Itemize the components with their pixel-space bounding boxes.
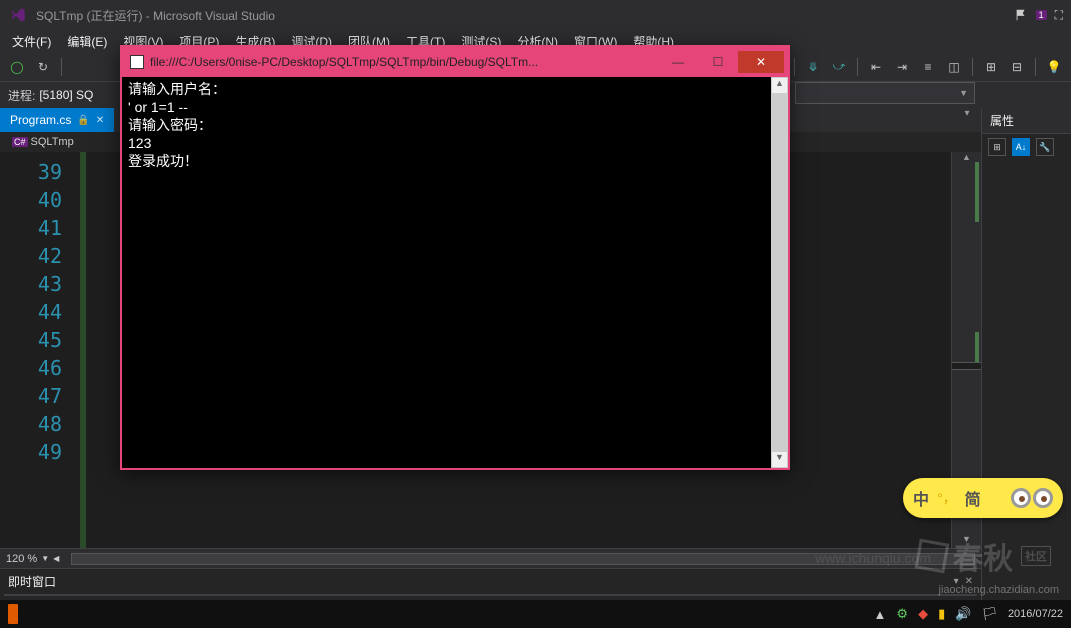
console-window: file:///C:/Users/0nise-PC/Desktop/SQLTmp… bbox=[120, 45, 790, 470]
taskbar-active-indicator[interactable] bbox=[8, 604, 18, 624]
scroll-up-icon[interactable]: ▲ bbox=[771, 77, 788, 94]
intellisense-icon[interactable]: 💡 bbox=[1043, 56, 1065, 78]
comment-icon[interactable]: ⊞ bbox=[980, 56, 1002, 78]
wrench-icon[interactable]: 🔧 bbox=[1036, 138, 1054, 156]
battery-icon[interactable]: ▮ bbox=[938, 606, 945, 622]
fullscreen-icon[interactable]: ⛶ bbox=[1055, 8, 1063, 23]
ime-language[interactable]: 中 bbox=[913, 486, 929, 510]
tab-program-cs[interactable]: Program.cs 🔒 ✕ bbox=[0, 108, 114, 132]
tray-up-icon[interactable]: ▲ bbox=[874, 607, 887, 622]
zoom-level[interactable]: 120 % bbox=[6, 553, 37, 565]
process-value: [5180] SQ bbox=[39, 88, 93, 102]
vs-logo-icon bbox=[8, 5, 28, 25]
format-icon[interactable]: ≡ bbox=[917, 56, 939, 78]
close-button[interactable]: ✕ bbox=[738, 51, 784, 73]
console-app-icon bbox=[130, 55, 144, 69]
editor-footer: 120 % ▼ ◀ bbox=[0, 548, 981, 568]
properties-header: 属性 bbox=[982, 108, 1071, 134]
console-titlebar[interactable]: file:///C:/Users/0nise-PC/Desktop/SQLTmp… bbox=[122, 47, 788, 77]
line-number: 44 bbox=[0, 298, 62, 326]
title-bar: SQLTmp (正在运行) - Microsoft Visual Studio … bbox=[0, 0, 1071, 30]
line-number: 41 bbox=[0, 214, 62, 242]
feedback-flag-icon[interactable] bbox=[1014, 8, 1028, 22]
line-number: 48 bbox=[0, 410, 62, 438]
step-over-icon[interactable]: ⤻ bbox=[828, 56, 850, 78]
nav-forward-icon[interactable]: ↻ bbox=[32, 56, 54, 78]
network-icon[interactable]: 🏳 bbox=[981, 606, 998, 622]
split-handle[interactable] bbox=[952, 362, 981, 370]
properties-pane: 属性 ⊞ A↓ 🔧 bbox=[981, 108, 1071, 600]
window-close-icon[interactable]: ✕ bbox=[965, 576, 973, 587]
indent-right-icon[interactable]: ⇥ bbox=[891, 56, 913, 78]
volume-icon[interactable]: 🔊 bbox=[955, 606, 971, 622]
tab-overflow-icon[interactable]: ▾ bbox=[959, 108, 975, 124]
scroll-down-icon[interactable]: ▼ bbox=[952, 534, 981, 548]
line-number: 39 bbox=[0, 158, 62, 186]
window-title: SQLTmp (正在运行) - Microsoft Visual Studio bbox=[36, 7, 275, 24]
immediate-window-title: 即时窗口 bbox=[8, 573, 56, 590]
csharp-badge-icon: C# bbox=[12, 137, 28, 147]
scroll-thumb[interactable] bbox=[771, 94, 788, 451]
chevron-down-icon: ▼ bbox=[959, 88, 968, 98]
system-taskbar: ▲ ⚙ ◆ ▮ 🔊 🏳 2016/07/22 bbox=[0, 600, 1071, 628]
maximize-button[interactable]: ☐ bbox=[698, 51, 738, 73]
menu-file[interactable]: 文件(F) bbox=[4, 31, 59, 52]
solution-config-dropdown[interactable]: ▼ bbox=[795, 82, 975, 104]
tab-label: Program.cs bbox=[10, 113, 71, 127]
line-number: 42 bbox=[0, 242, 62, 270]
sub-tab-sqltmp[interactable]: C# SQLTmp bbox=[6, 135, 80, 149]
horizontal-scrollbar[interactable] bbox=[71, 553, 975, 565]
bookmark-icon[interactable]: ◫ bbox=[943, 56, 965, 78]
line-number: 45 bbox=[0, 326, 62, 354]
console-title: file:///C:/Users/0nise-PC/Desktop/SQLTmp… bbox=[150, 55, 658, 69]
immediate-window-body[interactable] bbox=[4, 594, 977, 596]
uncomment-icon[interactable]: ⊟ bbox=[1006, 56, 1028, 78]
categorize-icon[interactable]: ⊞ bbox=[988, 138, 1006, 156]
window-menu-icon[interactable]: ▾ bbox=[954, 576, 959, 587]
scroll-left-icon[interactable]: ◀ bbox=[53, 554, 59, 563]
nav-back-icon[interactable]: ◯ bbox=[6, 56, 28, 78]
line-number-gutter: 39 40 41 42 43 44 45 46 47 48 49 bbox=[0, 152, 80, 548]
step-into-icon[interactable]: ⤋ bbox=[802, 56, 824, 78]
minimize-button[interactable]: — bbox=[658, 51, 698, 73]
change-indicator bbox=[80, 152, 86, 548]
menu-edit[interactable]: 编辑(E) bbox=[59, 31, 115, 52]
pin-icon[interactable]: 🔒 bbox=[77, 115, 89, 126]
zoom-dropdown-icon[interactable]: ▼ bbox=[41, 554, 49, 563]
immediate-window-header: 即时窗口 ▾ ✕ bbox=[0, 569, 981, 594]
wifi-icon[interactable]: ⚙ bbox=[896, 606, 908, 622]
line-number: 40 bbox=[0, 186, 62, 214]
diamond-icon[interactable]: ◆ bbox=[918, 606, 928, 622]
notification-badge[interactable]: 1 bbox=[1036, 10, 1047, 20]
line-number: 46 bbox=[0, 354, 62, 382]
scroll-down-icon[interactable]: ▼ bbox=[771, 451, 788, 468]
process-label: 进程: bbox=[8, 87, 35, 104]
tab-close-icon[interactable]: ✕ bbox=[96, 115, 104, 126]
line-number: 49 bbox=[0, 438, 62, 466]
console-scrollbar[interactable]: ▲ ▼ bbox=[771, 77, 788, 468]
indent-left-icon[interactable]: ⇤ bbox=[865, 56, 887, 78]
line-number: 43 bbox=[0, 270, 62, 298]
ime-mascot-icon bbox=[1011, 488, 1053, 508]
console-output[interactable]: 请输入用户名： ' or 1=1 -- 请输入密码： 123 登录成功！ bbox=[122, 77, 771, 468]
clock[interactable]: 2016/07/22 bbox=[1008, 608, 1063, 620]
line-number: 47 bbox=[0, 382, 62, 410]
ime-mode[interactable]: 简 bbox=[965, 486, 981, 510]
ime-toolbar[interactable]: 中 °， 简 bbox=[903, 478, 1063, 518]
ime-punct-icon[interactable]: °， bbox=[937, 488, 957, 508]
alpha-sort-icon[interactable]: A↓ bbox=[1012, 138, 1030, 156]
